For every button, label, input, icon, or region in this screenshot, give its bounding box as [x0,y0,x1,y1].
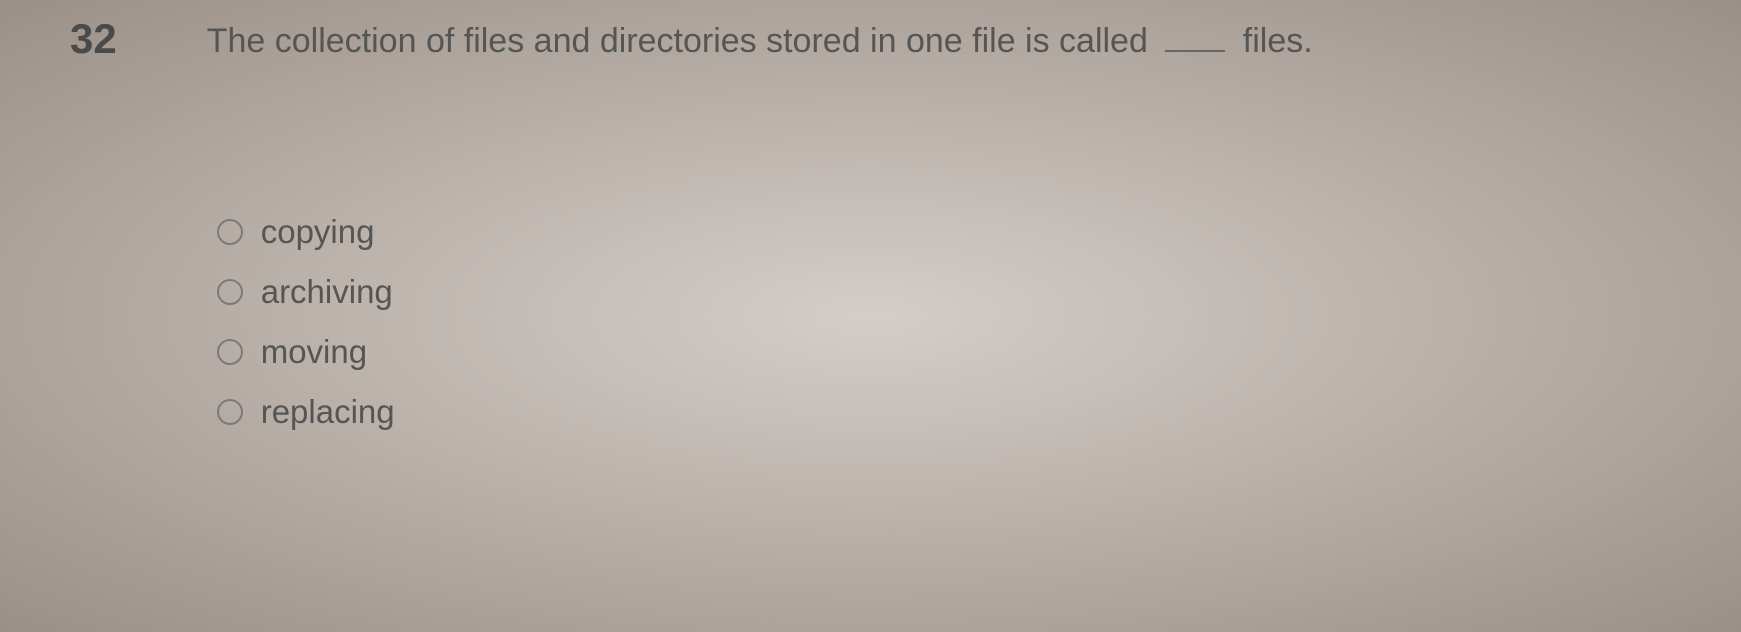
radio-icon [217,339,243,365]
question-container: 32 The collection of files and directori… [0,0,1741,468]
option-label: copying [261,213,375,251]
question-text: The collection of files and directories … [207,19,1671,63]
option-replacing[interactable]: replacing [217,393,1671,431]
option-moving[interactable]: moving [217,333,1671,371]
question-text-before: The collection of files and directories … [207,22,1148,60]
question-content: The collection of files and directories … [207,15,1671,453]
option-archiving[interactable]: archiving [217,273,1671,311]
option-label: replacing [261,393,395,431]
radio-icon [217,219,243,245]
option-label: archiving [261,273,393,311]
options-list: copying archiving moving replacing [217,213,1671,431]
question-text-after: files. [1243,22,1313,60]
radio-icon [217,399,243,425]
radio-icon [217,279,243,305]
option-copying[interactable]: copying [217,213,1671,251]
option-label: moving [261,333,367,371]
question-number: 32 [70,15,117,63]
fill-in-blank [1165,50,1225,52]
